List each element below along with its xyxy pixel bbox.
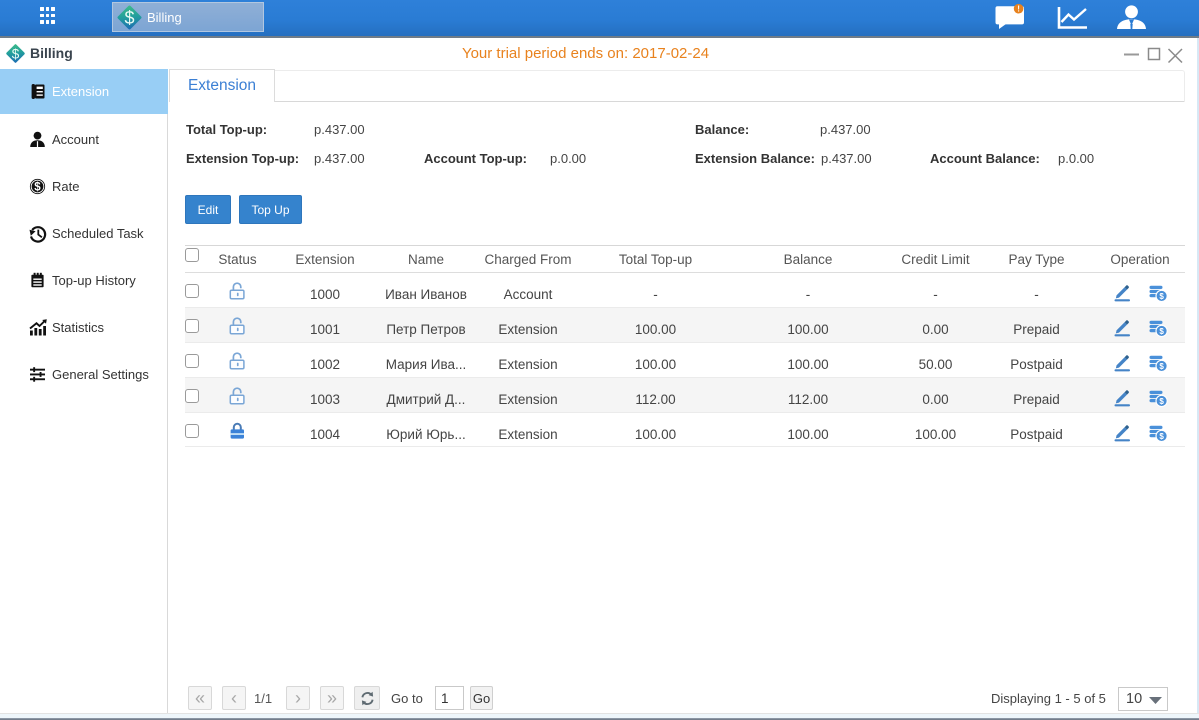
svg-text:$: $ — [34, 182, 41, 194]
svg-text:$: $ — [1159, 327, 1164, 336]
svg-text:$: $ — [1159, 432, 1164, 441]
svg-text:$: $ — [124, 8, 134, 28]
svg-text:$: $ — [1159, 397, 1164, 406]
svg-text:$: $ — [1159, 292, 1164, 301]
svg-text:$: $ — [1159, 362, 1164, 371]
svg-text:!: ! — [1017, 5, 1020, 14]
